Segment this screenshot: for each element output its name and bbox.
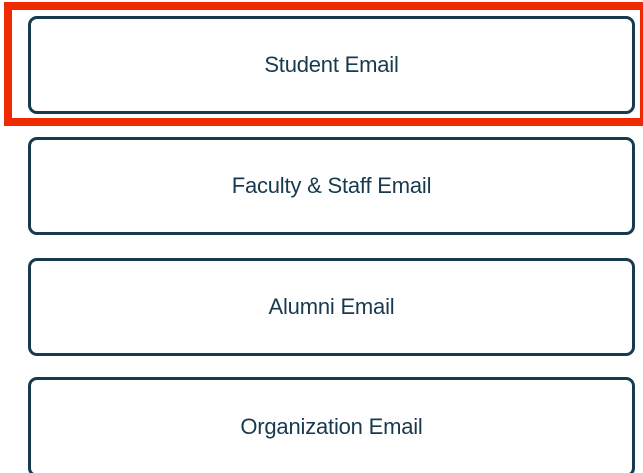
alumni-email-label: Alumni Email bbox=[268, 294, 395, 319]
organization-email-label: Organization Email bbox=[240, 414, 423, 439]
student-email-button[interactable]: Student Email bbox=[28, 16, 635, 114]
student-email-label: Student Email bbox=[264, 52, 399, 77]
alumni-email-button[interactable]: Alumni Email bbox=[28, 258, 635, 356]
faculty-staff-email-button[interactable]: Faculty & Staff Email bbox=[28, 137, 635, 235]
faculty-staff-email-label: Faculty & Staff Email bbox=[231, 173, 432, 198]
organization-email-button[interactable]: Organization Email bbox=[28, 377, 635, 473]
